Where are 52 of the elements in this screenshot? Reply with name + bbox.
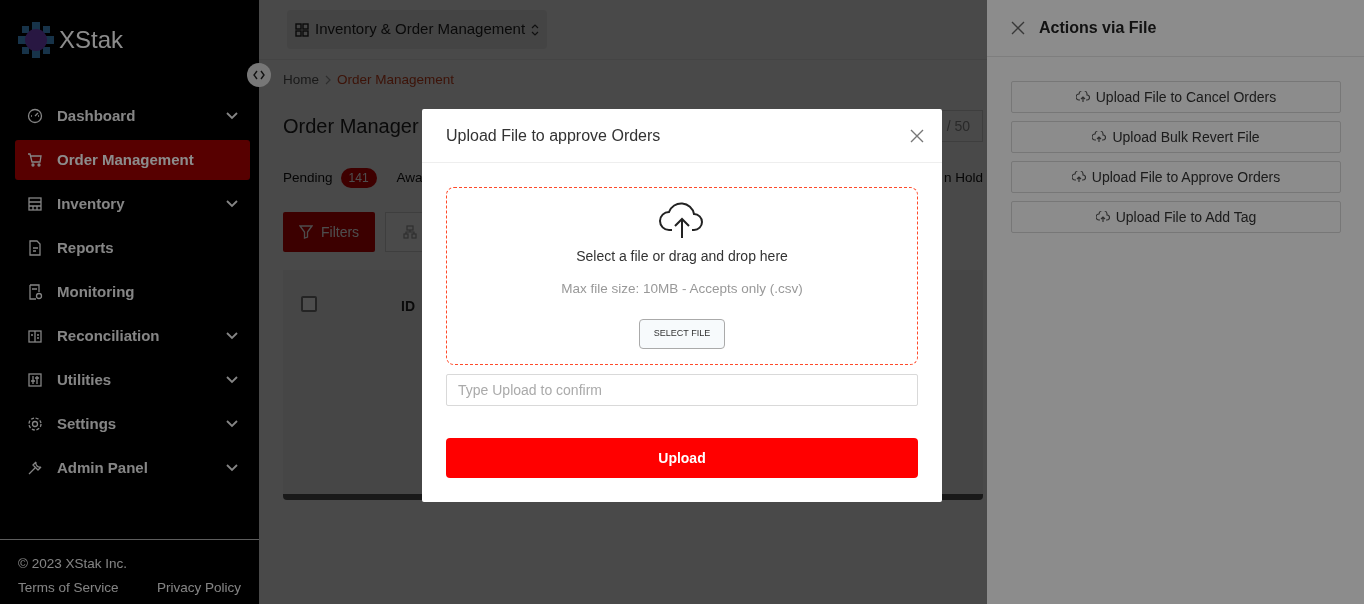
sidebar-item[interactable]: Utilities: [15, 360, 250, 400]
document-icon: [27, 240, 43, 256]
sidebar-item[interactable]: Admin Panel: [15, 448, 250, 488]
upload-action-button[interactable]: Upload Bulk Revert File: [1011, 121, 1341, 153]
page-title: Order Manager: [283, 114, 419, 138]
grid-icon: [295, 22, 309, 37]
cloud-upload-icon: [1095, 211, 1110, 223]
upload-button[interactable]: Upload: [446, 438, 918, 478]
cloud-upload-icon: [1075, 91, 1090, 103]
sliders-icon: [27, 372, 43, 388]
privacy-link[interactable]: Privacy Policy: [156, 577, 241, 598]
file-drop-zone[interactable]: Select a file or drag and drop here Max file size: 10MB - Accepts only (.csv) SELECT FILE: [446, 187, 918, 365]
cart-icon: [27, 152, 43, 168]
wrench-icon: [27, 460, 43, 476]
report-icon: [27, 284, 43, 300]
gear-icon: [27, 416, 43, 432]
file-hint: Max file size: 10MB - Accepts only (.csv): [561, 280, 803, 298]
cloud-upload-icon: [658, 200, 706, 240]
upload-action-button[interactable]: Upload File to Approve Orders: [1011, 161, 1341, 193]
sidebar-item[interactable]: Reconciliation: [15, 316, 250, 356]
drawer-title: Actions via File: [1039, 18, 1157, 38]
confirm-input[interactable]: Type Upload to confirm: [446, 374, 918, 406]
clipboard-icon: [27, 328, 43, 344]
select-all-checkbox[interactable]: [301, 296, 317, 312]
sidebar-item[interactable]: Inventory: [15, 184, 250, 224]
upload-action-button[interactable]: Upload File to Cancel Orders: [1011, 81, 1341, 113]
select-file-button[interactable]: SELECT FILE: [638, 319, 726, 349]
sort-caret-icon: [531, 23, 540, 36]
chevron-right-icon: [325, 75, 331, 85]
count-badge: 141: [340, 168, 377, 188]
column-header: ID: [401, 297, 415, 316]
logo-text: XStak: [59, 25, 124, 55]
sidebar-item[interactable]: Monitoring: [15, 272, 250, 312]
sidebar-item[interactable]: Reports: [15, 228, 250, 268]
dialog-title: Upload File to approve Orders: [446, 125, 661, 146]
sidebar-item[interactable]: Order Management: [15, 140, 250, 180]
drop-instructions: Select a file or drag and drop here: [576, 247, 788, 266]
copyright-text: © 2023 XStak Inc.: [18, 554, 128, 573]
upload-action-button[interactable]: Upload File to Add Tag: [1011, 201, 1341, 233]
hierarchy-icon: [403, 225, 418, 239]
store-icon: [27, 196, 43, 212]
collapse-icon: [253, 70, 265, 80]
close-icon[interactable]: [910, 128, 924, 143]
filter-icon: [299, 225, 313, 239]
terms-link[interactable]: Terms of Service: [18, 577, 119, 598]
sidebar-item[interactable]: Dashboard: [15, 96, 250, 136]
cloud-upload-icon: [1071, 171, 1086, 183]
close-icon[interactable]: [1011, 21, 1025, 35]
cloud-upload-icon: [1092, 131, 1107, 143]
gauge-icon: [27, 108, 43, 124]
sidebar-item[interactable]: Settings: [15, 404, 250, 444]
logo-icon: [17, 21, 55, 59]
